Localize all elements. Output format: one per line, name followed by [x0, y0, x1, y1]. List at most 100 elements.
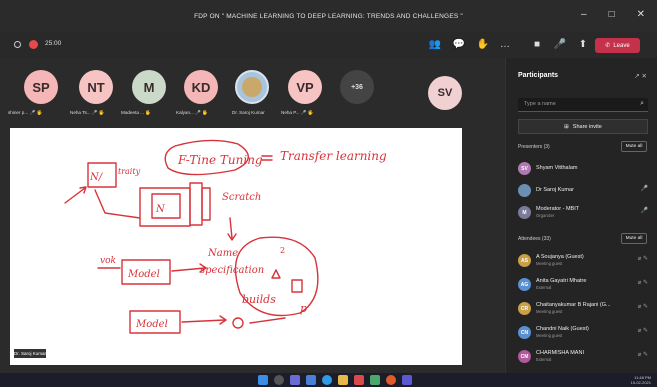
participant-search-input[interactable]: Type a name ⌕	[518, 98, 648, 112]
more-participants-button[interactable]: +36	[340, 70, 374, 104]
avatar[interactable]: NT	[79, 70, 113, 104]
chat-icon[interactable]: 💬	[452, 38, 466, 52]
participant-row[interactable]: AS A Soujanya (Guest) Meeting guest ⌀ ✎	[518, 252, 650, 270]
mute-all-button[interactable]: Mute all	[621, 233, 647, 244]
mic-off-icon: ⌀ ✎	[637, 304, 648, 310]
avatar[interactable]: SV	[428, 76, 462, 110]
participant-row[interactable]: SV Shyam Vitthalam	[518, 160, 650, 178]
start-icon[interactable]	[258, 375, 268, 385]
avatar-photo[interactable]	[235, 70, 269, 104]
window-title: FDP ON " MACHINE LEARNING TO DEEP LEARNI…	[194, 12, 463, 20]
svg-text:Scratch: Scratch	[222, 192, 261, 203]
participant-row[interactable]: CN Chandni Naik (Guest) Meeting guest ⌀ …	[518, 324, 650, 342]
more-icon[interactable]: …	[498, 38, 512, 52]
participant-row[interactable]: M Moderator - MBIT Organizer 🎤	[518, 204, 650, 222]
share-invite-label: Share invite	[572, 123, 602, 130]
mic-off-icon: 🎤	[640, 208, 648, 214]
phone-icon: ✆	[605, 43, 611, 49]
participant-name: Dr Saroj Kumar	[536, 187, 574, 193]
share-icon: ⊞	[564, 123, 569, 130]
whiteboard-drawing: F-Tine Tuning Transfer learning N/ trait…	[64, 139, 387, 334]
svg-text:Model: Model	[135, 319, 168, 330]
participant-name: Shyam Vitthalam	[536, 165, 578, 171]
profile-photo-icon	[242, 77, 262, 97]
svg-text:builds: builds	[242, 293, 276, 306]
participant-row[interactable]: Dr Saroj Kumar 🎤	[518, 182, 650, 200]
leave-button[interactable]: ✆ Leave	[595, 38, 640, 53]
presenters-header[interactable]: Presenters (3)	[518, 144, 550, 150]
participant-row[interactable]: CR Chaitanyakumar B Rajani (G... Meeting…	[518, 300, 650, 318]
os-taskbar: 11:48 PM 15-02-2021	[0, 373, 657, 387]
mic-off-icon: ⌀ ✎	[637, 256, 648, 262]
participants-panel: Participants ↗ ✕ Type a name ⌕ ⊞ Share i…	[505, 58, 657, 373]
mic-off-icon: ⌀ ✎	[637, 352, 648, 358]
share-invite-button[interactable]: ⊞ Share invite	[518, 119, 648, 134]
browser-icon[interactable]	[386, 375, 396, 385]
svg-text:vok: vok	[100, 256, 116, 266]
search-icon[interactable]	[274, 375, 284, 385]
recording-icon	[29, 40, 38, 49]
svg-text:specification: specification	[200, 265, 264, 276]
camera-icon[interactable]: ■	[530, 38, 544, 52]
svg-text:Model: Model	[127, 269, 160, 280]
participant-name: Anita Gayatri Mhatre	[536, 278, 587, 284]
taskview-icon[interactable]	[290, 375, 300, 385]
avatar[interactable]: SP	[24, 70, 58, 104]
avatar: SV	[518, 162, 531, 175]
office-icon[interactable]	[354, 375, 364, 385]
minimize-button[interactable]: –	[581, 9, 587, 20]
mic-icon: 🎤	[640, 186, 648, 192]
presenter-name-tag: Dr. Saroj Kumar	[14, 349, 47, 358]
participant-role: External	[536, 285, 552, 290]
participant-role: Meeting guest	[536, 309, 563, 314]
meeting-timer: 25:00	[45, 40, 62, 47]
search-icon[interactable]: ⌕	[640, 100, 644, 108]
avatar[interactable]: M	[132, 70, 166, 104]
participant-row[interactable]: CM CHARMISHA MANI External ⌀ ✎	[518, 348, 650, 366]
avatar-label: Kalyan... 🎤 🖐	[176, 110, 208, 115]
participants-icon[interactable]: 👥	[428, 38, 442, 52]
svg-text:Transfer learning: Transfer learning	[280, 149, 387, 163]
avatar: CR	[518, 302, 531, 315]
svg-text:N/: N/	[89, 172, 104, 183]
panel-controls[interactable]: ↗ ✕	[634, 72, 647, 80]
widgets-icon[interactable]	[306, 375, 316, 385]
whiteboard: F-Tine Tuning Transfer learning N/ trait…	[10, 128, 462, 365]
avatar-label: Dr. Saroj Kumar	[232, 110, 265, 115]
participant-row[interactable]: AG Anita Gayatri Mhatre External ⌀ ✎	[518, 276, 650, 294]
reactions-icon[interactable]: ✋	[476, 38, 490, 52]
avatar: AS	[518, 254, 531, 267]
svg-text:F-Tine Tuning: F-Tine Tuning	[177, 153, 263, 167]
mic-off-icon: ⌀ ✎	[637, 328, 648, 334]
avatar[interactable]: VP	[288, 70, 322, 104]
search-placeholder: Type a name	[524, 101, 556, 107]
shield-icon	[14, 41, 21, 48]
avatar: CN	[518, 326, 531, 339]
avatar	[518, 184, 531, 197]
share-screen-icon[interactable]: ⬆	[576, 38, 590, 52]
edge-icon[interactable]	[322, 375, 332, 385]
maximize-button[interactable]: □	[609, 9, 615, 20]
participant-name: A Soujanya (Guest)	[536, 254, 584, 260]
mute-all-button[interactable]: Mute all	[621, 141, 647, 152]
participant-name: Moderator - MBIT	[536, 206, 580, 212]
explorer-icon[interactable]	[338, 375, 348, 385]
teams-icon[interactable]	[402, 375, 412, 385]
mic-icon[interactable]: 🎤	[553, 38, 567, 52]
svg-text:traity: traity	[118, 167, 141, 176]
title-bar: FDP ON " MACHINE LEARNING TO DEEP LEARNI…	[0, 0, 657, 32]
participant-role: Organizer	[536, 213, 555, 218]
svg-text:Name: Name	[207, 248, 238, 259]
clock-date: 15-02-2021	[630, 380, 651, 385]
close-button[interactable]: ✕	[637, 9, 645, 20]
avatar-label: Madeeta ... 🖐	[121, 110, 151, 115]
avatar-label: shiner p... 🎤 🖐	[8, 110, 43, 115]
leave-label: Leave	[613, 42, 630, 49]
system-tray[interactable]: 11:48 PM 15-02-2021	[631, 375, 651, 385]
avatar: M	[518, 206, 531, 219]
avatar-label: Neha P... 🎤 🖐	[281, 110, 314, 115]
attendees-header[interactable]: Attendees (33)	[518, 236, 551, 242]
avatar[interactable]: KD	[184, 70, 218, 104]
store-icon[interactable]	[370, 375, 380, 385]
participant-strip: SP shiner p... 🎤 🖐 NT Neha Ts... 🎤 🖐 M M…	[0, 58, 505, 128]
